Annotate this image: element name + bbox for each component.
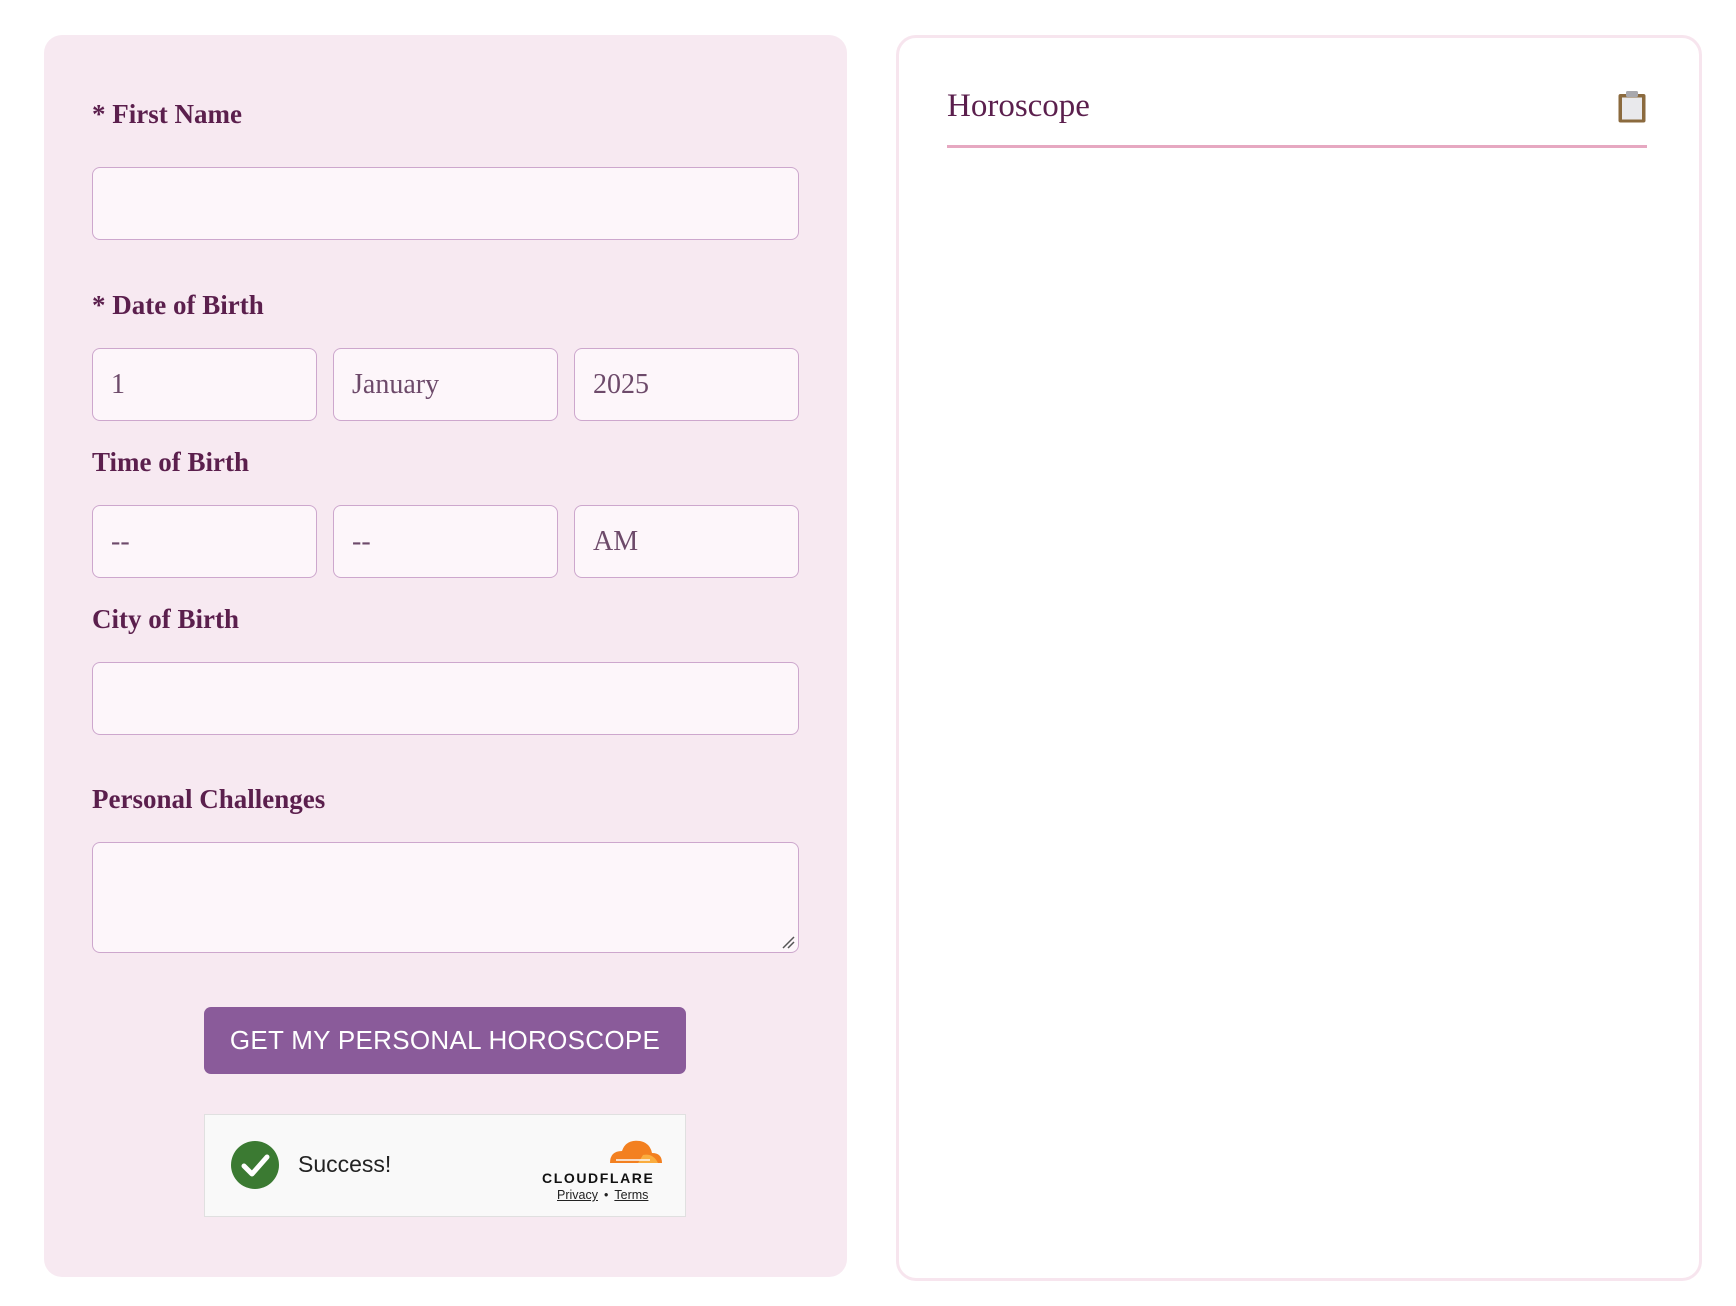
horoscope-result-panel: Horoscope xyxy=(896,35,1702,1281)
birth-minute-select[interactable]: -- xyxy=(333,505,558,578)
privacy-link[interactable]: Privacy xyxy=(557,1188,598,1202)
link-separator: • xyxy=(603,1188,609,1202)
cloudflare-wordmark: CLOUDFLARE xyxy=(542,1170,655,1186)
time-of-birth-label: Time of Birth xyxy=(92,447,249,477)
city-of-birth-label: City of Birth xyxy=(92,604,239,634)
first-name-input[interactable] xyxy=(92,167,799,240)
clipboard-icon[interactable] xyxy=(1617,90,1647,124)
success-check-icon xyxy=(231,1141,279,1189)
result-title: Horoscope xyxy=(947,88,1090,124)
birth-month-select[interactable]: January xyxy=(333,348,558,421)
captcha-links: Privacy • Terms xyxy=(557,1188,648,1202)
birth-day-select[interactable]: 1 xyxy=(92,348,317,421)
date-of-birth-label: * Date of Birth xyxy=(92,290,264,320)
cloudflare-cloud-icon xyxy=(610,1140,662,1163)
first-name-label: * First Name xyxy=(92,99,242,129)
birth-hour-select[interactable]: -- xyxy=(92,505,317,578)
resize-grip-icon[interactable] xyxy=(781,935,795,949)
get-horoscope-button[interactable]: GET MY PERSONAL HOROSCOPE xyxy=(204,1007,686,1074)
title-divider xyxy=(947,145,1647,148)
horoscope-form: * First Name * Date of Birth 1 January 2… xyxy=(44,35,847,1277)
city-of-birth-input[interactable] xyxy=(92,662,799,735)
birth-ampm-select[interactable]: AM xyxy=(574,505,799,578)
cloudflare-captcha-widget[interactable]: Success! CLOUDFLARE Privacy • Terms xyxy=(204,1114,686,1217)
captcha-status: Success! xyxy=(298,1151,392,1177)
personal-challenges-label: Personal Challenges xyxy=(92,784,326,814)
personal-challenges-textarea[interactable] xyxy=(92,842,799,953)
terms-link[interactable]: Terms xyxy=(614,1188,648,1202)
birth-year-select[interactable]: 2025 xyxy=(574,348,799,421)
